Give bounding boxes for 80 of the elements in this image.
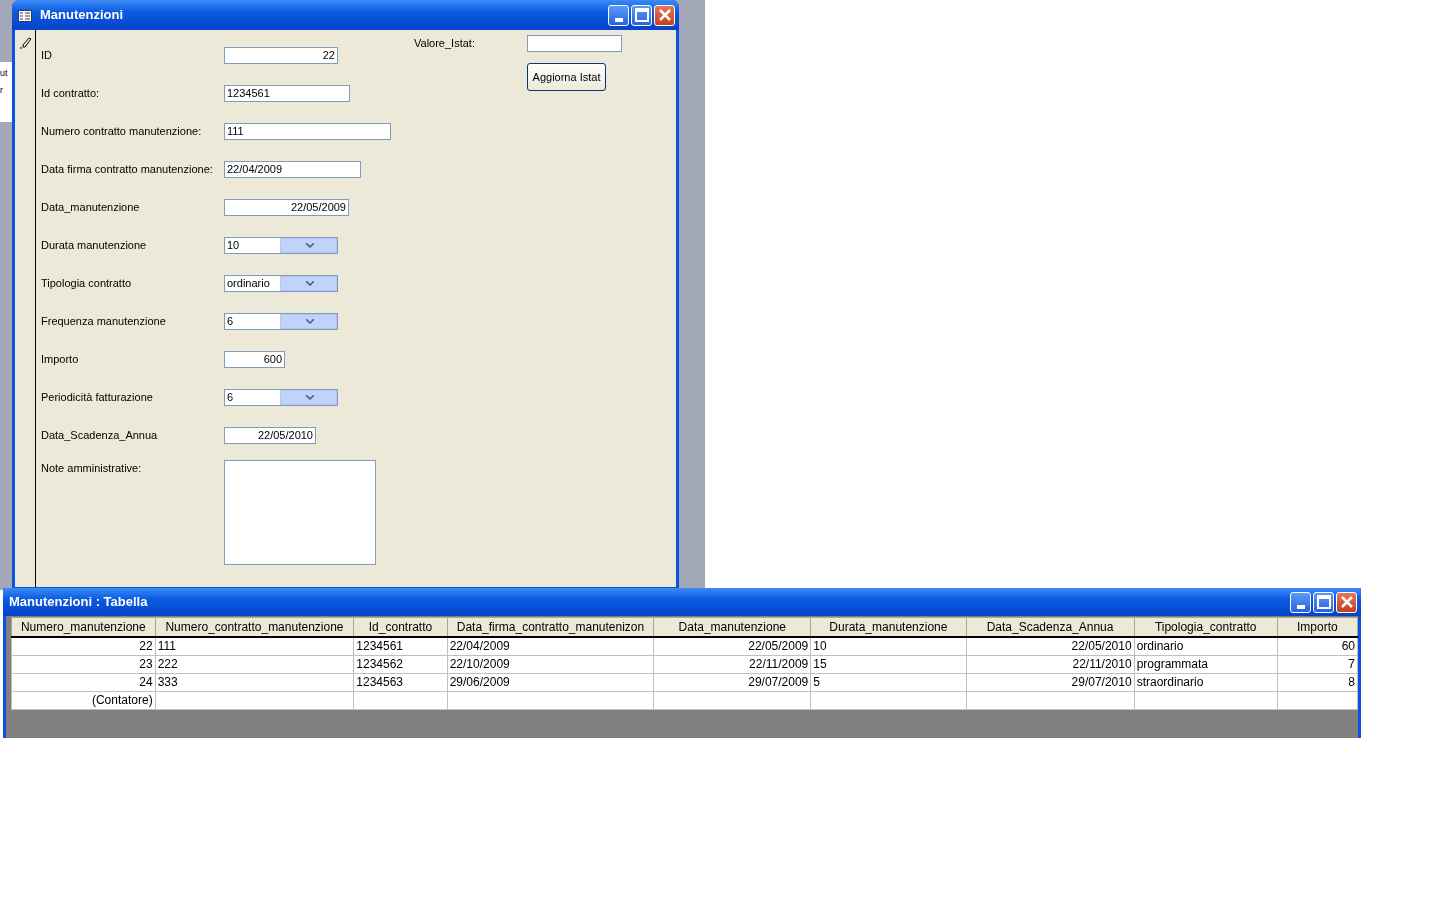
minimize-button[interactable] — [1290, 591, 1311, 613]
table-cell: 22/11/2010 — [966, 655, 1135, 673]
column-header[interactable]: Importo — [1277, 617, 1358, 637]
table-cell: 60 — [1277, 637, 1358, 655]
table-cell: 22/04/2009 — [447, 637, 654, 655]
minimize-icon — [1296, 604, 1305, 609]
field-label: Id contratto: — [41, 85, 101, 101]
table-cell: ordinario — [1134, 637, 1278, 655]
table-cell: 1234563 — [353, 673, 448, 691]
input-field[interactable]: 111 — [224, 122, 391, 140]
column-header[interactable]: Data_manutenzione — [653, 617, 811, 637]
table-cell: 22/10/2009 — [447, 655, 654, 673]
field-label: ID — [41, 47, 53, 63]
column-header[interactable]: Numero_contratto_manutenzione — [155, 617, 354, 637]
table-cell: 22/05/2010 — [966, 637, 1135, 655]
table-cell: 333 — [155, 673, 354, 691]
field-label: Periodicità fatturazione — [41, 389, 154, 405]
table-cell: 24 — [11, 673, 156, 691]
table-cell: 10 — [810, 637, 966, 655]
table-cell: 22 — [11, 637, 156, 655]
field-label: Tipologia contratto — [41, 275, 133, 291]
input-field[interactable]: 1234561 — [224, 84, 350, 102]
table-cell: 111 — [155, 637, 354, 655]
field-label: Note amministrative: — [41, 461, 143, 476]
minimize-icon — [614, 17, 623, 22]
close-button[interactable] — [1336, 591, 1357, 613]
column-header[interactable]: Tipologia_contratto — [1134, 617, 1278, 637]
window-text: ut — [0, 68, 8, 79]
field-label: Numero contratto manutenzione: — [41, 123, 203, 139]
table-cell: 22/05/2009 — [653, 637, 811, 655]
dropdown-field[interactable]: 10 — [224, 236, 338, 254]
table-cell: 15 — [810, 655, 966, 673]
table-cell: 29/06/2009 — [447, 673, 654, 691]
dropdown-field[interactable]: 6 — [224, 312, 338, 330]
close-icon — [1340, 596, 1353, 608]
table-cell: 22/11/2009 — [653, 655, 811, 673]
input-field[interactable] — [527, 34, 622, 52]
field-label: Data_Scadenza_Annua — [41, 427, 159, 443]
column-header[interactable]: Id_contratto — [353, 617, 448, 637]
input-field[interactable]: 22/04/2009 — [224, 160, 361, 178]
update-button[interactable]: Aggiorna Istat — [527, 63, 606, 91]
field-label: Data firma contratto manutenzione: — [41, 161, 214, 177]
table-cell: programmata — [1134, 655, 1278, 673]
maximize-button[interactable] — [631, 4, 652, 26]
close-button[interactable] — [654, 4, 675, 26]
column-header[interactable]: Data_Scadenza_Annua — [966, 617, 1135, 637]
table-cell: 29/07/2010 — [966, 673, 1135, 691]
column-header[interactable]: Numero_manutenzione — [11, 617, 156, 637]
window-title: Manutenzioni : Tabella — [9, 593, 149, 612]
window-text: r — [0, 85, 3, 96]
minimize-button[interactable] — [608, 4, 629, 26]
table-cell: 23 — [11, 655, 156, 673]
input-field[interactable]: 22/05/2009 — [224, 198, 349, 216]
field-label: Valore_Istat: — [414, 35, 476, 51]
field-label: Data_manutenzione — [41, 199, 141, 215]
table-cell: 8 — [1277, 673, 1358, 691]
table-cell: 7 — [1277, 655, 1358, 673]
maximize-icon — [1316, 595, 1331, 609]
window-title: Manutenzioni — [40, 6, 125, 25]
input-field[interactable]: 600 — [224, 350, 285, 368]
dropdown-field[interactable]: ordinario — [224, 274, 338, 292]
column-header[interactable]: Data_firma_contratto_manutenizon — [447, 617, 654, 637]
table-cell: 1234562 — [353, 655, 448, 673]
field-label: Frequenza manutenzione — [41, 313, 167, 329]
input-field[interactable]: 22/05/2010 — [224, 426, 316, 444]
table-cell: (Contatore) — [11, 691, 156, 709]
field-label: Importo — [41, 351, 80, 367]
input-field[interactable]: 22 — [224, 46, 338, 64]
field-label: Durata manutenzione — [41, 237, 148, 253]
memo-field[interactable] — [224, 460, 376, 565]
close-icon — [658, 9, 671, 21]
table-cell: straordinario — [1134, 673, 1278, 691]
table-cell: 29/07/2009 — [653, 673, 811, 691]
table-cell: 5 — [810, 673, 966, 691]
table-cell: 222 — [155, 655, 354, 673]
maximize-button[interactable] — [1313, 591, 1334, 613]
table-cell: 1234561 — [353, 637, 448, 655]
maximize-icon — [634, 8, 649, 22]
column-header[interactable]: Durata_manutenzione — [810, 617, 966, 637]
dropdown-field[interactable]: 6 — [224, 388, 338, 406]
